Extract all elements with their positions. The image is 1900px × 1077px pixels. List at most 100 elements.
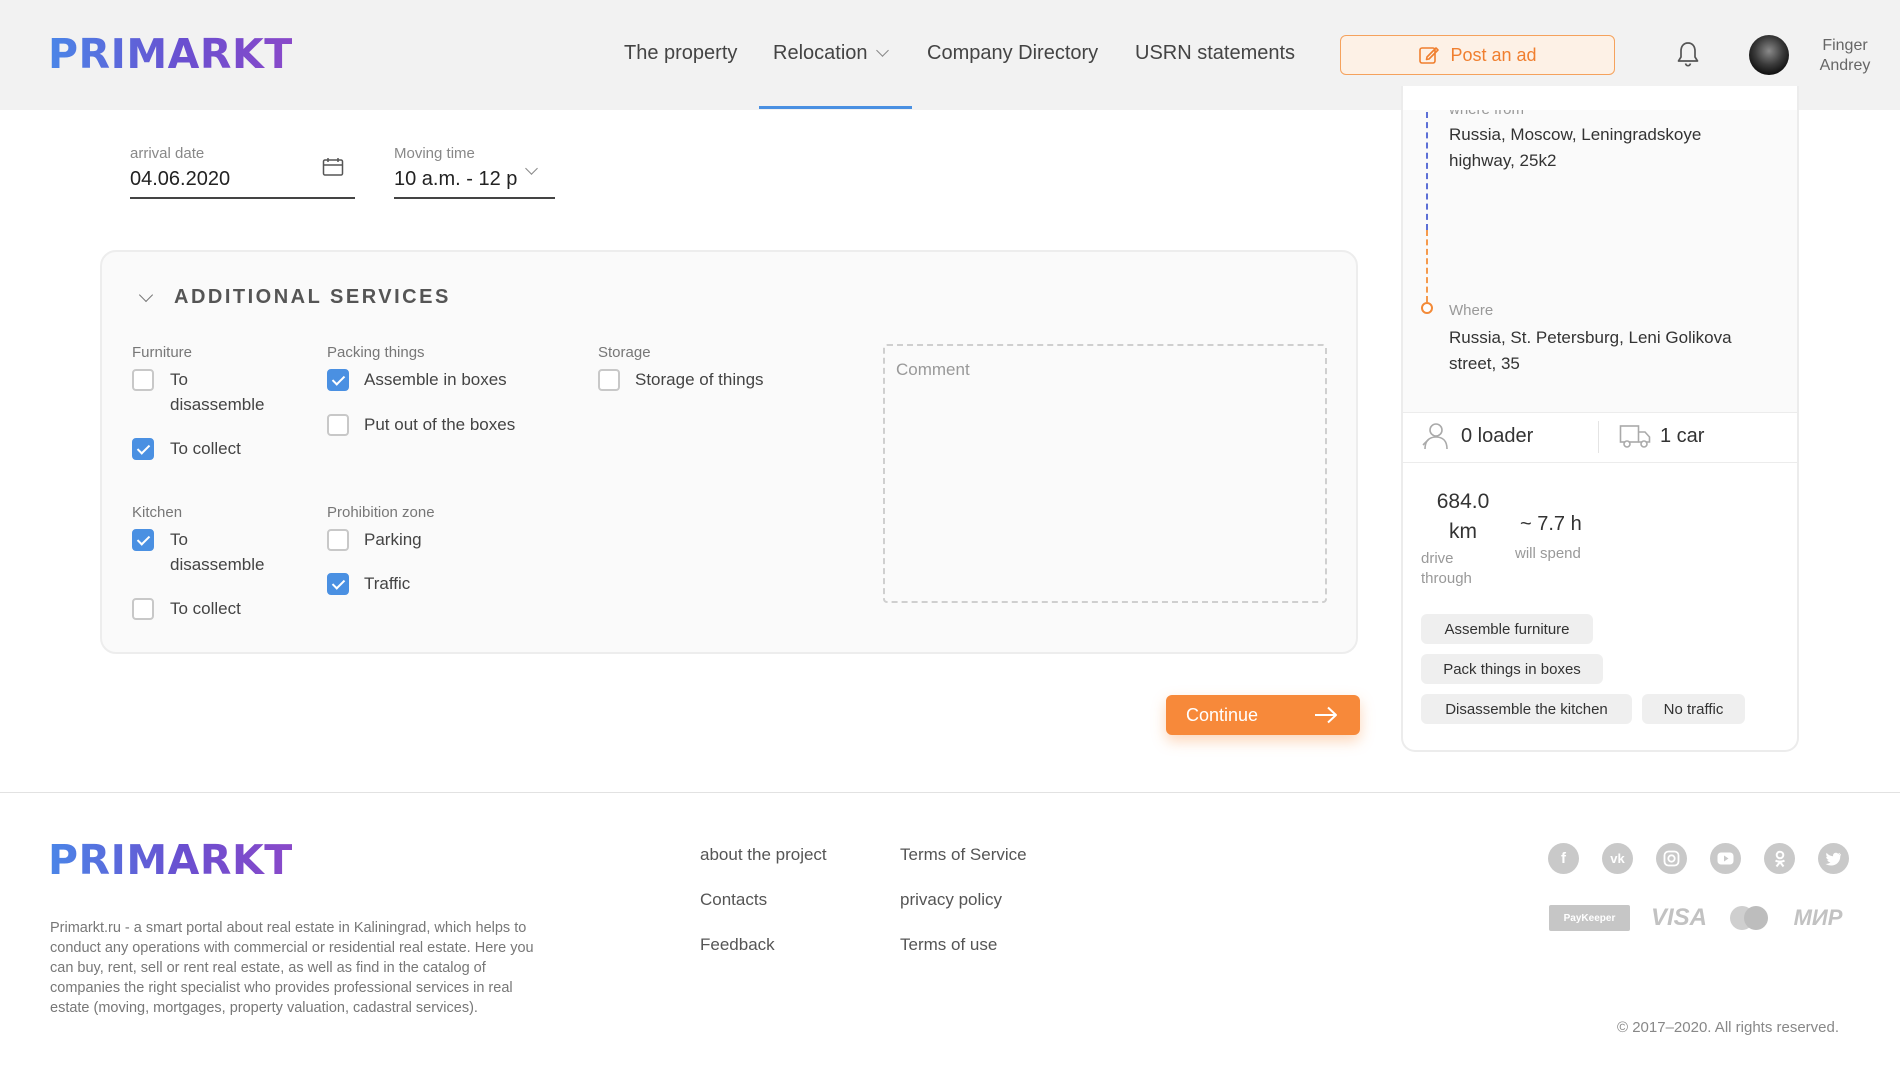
distance-value: 684.0 km: [1432, 487, 1494, 547]
parking-checkbox[interactable]: [327, 529, 349, 551]
service-tag: Assemble furniture: [1421, 614, 1593, 644]
footer-link-feedback[interactable]: Feedback: [700, 935, 775, 955]
storage-of-things-label[interactable]: Storage of things: [635, 367, 764, 392]
to-address: Russia, St. Petersburg, Leni Golikova st…: [1449, 325, 1732, 377]
user-name[interactable]: Finger Andrey: [1800, 36, 1890, 76]
kitchen-disassemble-checkbox[interactable]: [132, 529, 154, 551]
time-value: ~ 7.7 h: [1520, 513, 1582, 535]
from-label-clip: where from: [1449, 110, 1789, 120]
card-divider: [1403, 462, 1797, 463]
packing-label: Packing things: [327, 344, 425, 361]
service-tag: Pack things in boxes: [1421, 654, 1603, 684]
instagram-icon[interactable]: [1656, 843, 1687, 874]
chevron-down-icon[interactable]: [525, 162, 538, 175]
loader-count: 0 loader: [1461, 425, 1534, 447]
from-address-line1: Russia, Moscow, Leningradskoye: [1449, 125, 1702, 144]
edit-icon: [1419, 47, 1440, 64]
packing-assemble-label[interactable]: Assemble in boxes: [364, 367, 507, 392]
kitchen-disassemble-label[interactable]: To disassemble: [170, 527, 265, 577]
loader-person-icon: [1422, 423, 1448, 450]
route-line-to: [1426, 230, 1428, 302]
arrival-date-input[interactable]: 04.06.2020: [130, 168, 230, 191]
to-address-line1: Russia, St. Petersburg, Leni Golikova: [1449, 328, 1732, 347]
visa-logo: VISA: [1650, 904, 1707, 931]
to-address-line2: street, 35: [1449, 354, 1520, 373]
moving-time-label: Moving time: [394, 145, 475, 162]
footer-link-about[interactable]: about the project: [700, 845, 827, 865]
footer-link-terms-of-use[interactable]: Terms of use: [900, 935, 997, 955]
additional-services-title[interactable]: ADDITIONAL SERVICES: [174, 286, 451, 309]
furniture-collect-checkbox[interactable]: [132, 438, 154, 460]
user-first-name: Finger: [1822, 37, 1868, 54]
comment-placeholder: Comment: [896, 360, 970, 379]
copyright: © 2017–2020. All rights reserved.: [1617, 1019, 1840, 1036]
footer-link-contacts[interactable]: Contacts: [700, 890, 767, 910]
distance-unit: km: [1449, 520, 1477, 543]
footer-description: Primarkt.ru - a smart portal about real …: [50, 920, 534, 1016]
storage-checkbox[interactable]: [598, 369, 620, 391]
user-last-name: Andrey: [1819, 57, 1871, 74]
storage-label: Storage: [598, 344, 651, 361]
nav-item-usrn[interactable]: USRN statements: [1135, 42, 1295, 65]
arrival-date-underline: [130, 197, 355, 199]
continue-button[interactable]: Continue: [1166, 695, 1360, 735]
nav-item-property[interactable]: The property: [624, 42, 737, 65]
moving-time-select[interactable]: 10 a.m. - 12 p: [394, 168, 517, 191]
nav-item-company-directory[interactable]: Company Directory: [927, 42, 1098, 65]
active-tab-indicator: [759, 106, 912, 109]
parking-label[interactable]: Parking: [364, 527, 422, 552]
odnoklassniki-icon[interactable]: [1764, 843, 1795, 874]
from-address: Russia, Moscow, Leningradskoye highway, …: [1449, 122, 1701, 174]
furniture-collect-label[interactable]: To collect: [170, 436, 241, 461]
footer-divider: [0, 792, 1900, 793]
footer-link-privacy[interactable]: privacy policy: [900, 890, 1002, 910]
mir-logo: МИР: [1793, 905, 1843, 930]
nav-item-relocation[interactable]: Relocation: [773, 42, 889, 65]
packing-assemble-checkbox[interactable]: [327, 369, 349, 391]
traffic-checkbox[interactable]: [327, 573, 349, 595]
paykeeper-logo: PayKeeper: [1549, 905, 1630, 931]
logo[interactable]: PRIMARKT: [48, 30, 293, 78]
youtube-icon[interactable]: [1710, 843, 1741, 874]
kitchen-disassemble-label-line2: disassemble: [170, 555, 265, 574]
truck-icon: [1619, 425, 1651, 448]
distance-caption-line1: drive: [1421, 550, 1454, 567]
destination-marker-icon: [1421, 302, 1433, 314]
comment-textarea[interactable]: Comment: [883, 344, 1327, 603]
service-tag: Disassemble the kitchen: [1421, 694, 1632, 724]
time-caption: will spend: [1515, 545, 1581, 562]
distance-number: 684.0: [1436, 490, 1490, 513]
kitchen-label: Kitchen: [132, 504, 183, 521]
footer-logo[interactable]: PRIMARKT: [48, 836, 293, 884]
furniture-label: Furniture: [132, 344, 193, 361]
vk-icon[interactable]: vk: [1602, 843, 1633, 874]
calendar-icon[interactable]: [322, 157, 344, 177]
furniture-disassemble-label[interactable]: To disassemble: [170, 367, 265, 417]
continue-label: Continue: [1186, 704, 1259, 725]
card-divider: [1403, 412, 1797, 413]
furniture-disassemble-checkbox[interactable]: [132, 369, 154, 391]
footer-link-terms-of-service[interactable]: Terms of Service: [900, 845, 1027, 865]
post-ad-button[interactable]: Post an ad: [1340, 35, 1615, 75]
packing-unpack-label[interactable]: Put out of the boxes: [364, 412, 515, 437]
traffic-label[interactable]: Traffic: [364, 571, 410, 596]
furniture-disassemble-label-line1: To: [170, 370, 188, 389]
kitchen-collect-label[interactable]: To collect: [170, 596, 241, 621]
kitchen-collect-checkbox[interactable]: [132, 598, 154, 620]
packing-unpack-checkbox[interactable]: [327, 414, 349, 436]
mastercard-logo: [1728, 905, 1770, 931]
moving-time-underline: [394, 197, 555, 199]
arrival-date-label: arrival date: [130, 145, 205, 162]
facebook-icon[interactable]: f: [1548, 843, 1579, 874]
kitchen-disassemble-label-line1: To: [170, 530, 188, 549]
bell-icon[interactable]: [1675, 40, 1701, 68]
service-tag: No traffic: [1642, 694, 1745, 724]
prohibition-zone-label: Prohibition zone: [327, 504, 435, 521]
car-count: 1 car: [1660, 425, 1705, 447]
twitter-icon[interactable]: [1818, 843, 1849, 874]
distance-caption-line2: through: [1421, 570, 1472, 587]
arrow-right-icon: [1315, 706, 1337, 724]
from-address-line2: highway, 25k2: [1449, 151, 1557, 170]
stat-divider: [1598, 421, 1599, 453]
avatar[interactable]: [1749, 35, 1789, 75]
